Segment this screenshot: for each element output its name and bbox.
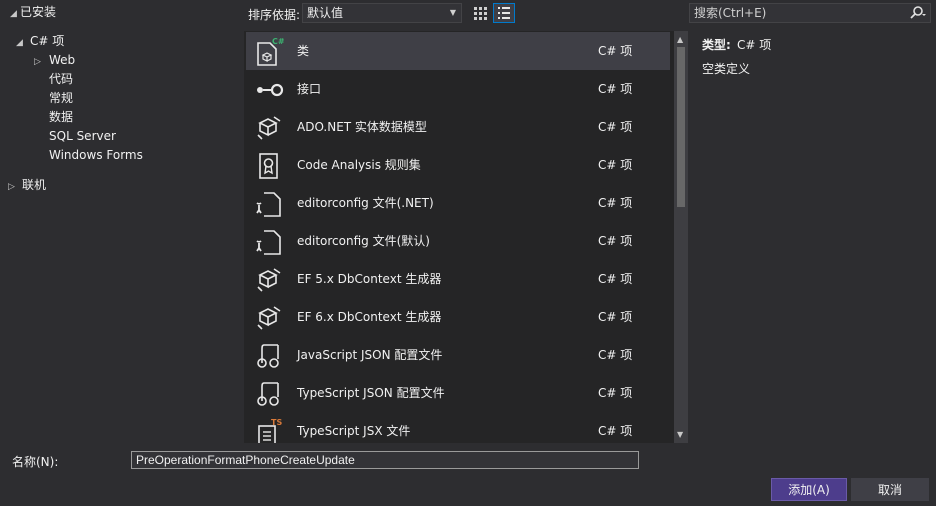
details-type-value: C# 项 xyxy=(737,38,772,52)
item-name: Code Analysis 规则集 xyxy=(297,158,421,172)
item-name: 接口 xyxy=(297,82,322,96)
svg-text:C#: C# xyxy=(272,37,284,46)
tree-node-windows-forms[interactable]: Windows Forms xyxy=(49,146,143,164)
list-item[interactable]: ADO.NET 实体数据模型 C# 项 xyxy=(246,108,670,146)
data-model-icon xyxy=(254,113,284,143)
search-input[interactable]: 搜索(Ctrl+E) xyxy=(689,3,931,23)
search-icon[interactable] xyxy=(908,4,926,27)
chevron-down-icon: ▼ xyxy=(449,8,456,17)
name-field[interactable] xyxy=(131,451,639,469)
data-model-icon xyxy=(254,303,284,333)
data-model-icon xyxy=(254,265,284,295)
item-name: ADO.NET 实体数据模型 xyxy=(297,120,427,134)
list-item[interactable]: editorconfig 文件(默认) C# 项 xyxy=(246,222,670,260)
list-item[interactable]: JavaScript JSON 配置文件 C# 项 xyxy=(246,336,670,374)
item-name: TypeScript JSON 配置文件 xyxy=(297,386,445,400)
item-name: JavaScript JSON 配置文件 xyxy=(297,348,443,362)
scroll-down-icon[interactable]: ▼ xyxy=(677,430,683,439)
tree-node-general[interactable]: 常规 xyxy=(49,89,73,107)
item-type: C# 项 xyxy=(598,424,633,438)
item-type: C# 项 xyxy=(598,234,633,248)
sort-dropdown[interactable]: 默认值 ▼ xyxy=(302,3,462,23)
class-icon: C# xyxy=(254,37,285,67)
item-name: editorconfig 文件(.NET) xyxy=(297,196,434,210)
tree-node-csharp[interactable]: ◢ C# 项 xyxy=(16,32,64,50)
scroll-up-icon[interactable]: ▲ xyxy=(677,35,683,44)
item-name: TypeScript JSX 文件 xyxy=(297,424,411,438)
tree-node-online[interactable]: ▷ 联机 xyxy=(8,176,46,194)
item-name: EF 5.x DbContext 生成器 xyxy=(297,272,442,286)
config-file-icon xyxy=(254,227,284,257)
grid-view-button[interactable] xyxy=(469,3,491,23)
item-type: C# 项 xyxy=(598,272,633,286)
list-item[interactable]: Code Analysis 规则集 C# 项 xyxy=(246,146,670,184)
expanded-arrow-icon[interactable]: ◢ xyxy=(16,34,26,52)
item-type: C# 项 xyxy=(598,348,633,362)
tsx-file-icon: TS xyxy=(254,417,284,443)
list-item[interactable]: editorconfig 文件(.NET) C# 项 xyxy=(246,184,670,222)
item-type: C# 项 xyxy=(598,196,633,210)
ruleset-icon xyxy=(254,151,284,181)
add-button[interactable]: 添加(A) xyxy=(771,478,847,501)
list-item[interactable]: EF 6.x DbContext 生成器 C# 项 xyxy=(246,298,670,336)
cancel-button[interactable]: 取消 xyxy=(851,478,929,501)
list-item[interactable]: C# 类 C# 项 xyxy=(246,32,670,70)
tree-node-code[interactable]: 代码 xyxy=(49,70,73,88)
template-list[interactable]: C# 类 C# 项 接口 C# 项 ADO.NET 实体数据模型 C# 项 Co… xyxy=(244,31,674,443)
collapsed-arrow-icon[interactable]: ▷ xyxy=(8,178,18,196)
item-name: 类 xyxy=(297,44,310,58)
item-type: C# 项 xyxy=(598,310,633,324)
item-type: C# 项 xyxy=(598,82,633,96)
item-name: editorconfig 文件(默认) xyxy=(297,234,430,248)
item-name: EF 6.x DbContext 生成器 xyxy=(297,310,442,324)
list-view-button[interactable] xyxy=(493,3,515,23)
list-scrollbar[interactable]: ▲ ▼ xyxy=(674,31,688,443)
tree-node-data[interactable]: 数据 xyxy=(49,108,73,126)
tree-node-web[interactable]: ▷ Web xyxy=(34,51,75,69)
item-type: C# 项 xyxy=(598,44,633,58)
tree-node-installed[interactable]: ◢ 已安装 xyxy=(10,3,56,21)
sort-label: 排序依据: xyxy=(248,8,301,22)
sort-value: 默认值 xyxy=(307,6,344,20)
scrollbar-thumb[interactable] xyxy=(677,47,685,207)
json-file-icon xyxy=(254,341,284,371)
item-type: C# 项 xyxy=(598,386,633,400)
list-view-icon xyxy=(498,7,510,19)
tree-node-sql-server[interactable]: SQL Server xyxy=(49,127,116,145)
collapse-arrow-icon[interactable]: ◢ xyxy=(10,5,20,23)
item-type: C# 项 xyxy=(598,158,633,172)
grid-view-icon xyxy=(474,7,487,20)
list-item[interactable]: EF 5.x DbContext 生成器 C# 项 xyxy=(246,260,670,298)
json-file-icon xyxy=(254,379,284,409)
search-placeholder: 搜索(Ctrl+E) xyxy=(694,6,767,20)
interface-icon xyxy=(254,75,284,105)
list-item[interactable]: TypeScript JSON 配置文件 C# 项 xyxy=(246,374,670,412)
name-label: 名称(N): xyxy=(12,455,59,469)
list-item[interactable]: TS TypeScript JSX 文件 C# 项 xyxy=(246,412,670,443)
details-description: 空类定义 xyxy=(702,62,751,76)
list-item[interactable]: 接口 C# 项 xyxy=(246,70,670,108)
collapsed-arrow-icon[interactable]: ▷ xyxy=(34,53,44,71)
details-type-label: 类型: xyxy=(702,38,731,52)
svg-text:TS: TS xyxy=(271,418,282,427)
config-file-icon xyxy=(254,189,284,219)
item-type: C# 项 xyxy=(598,120,633,134)
